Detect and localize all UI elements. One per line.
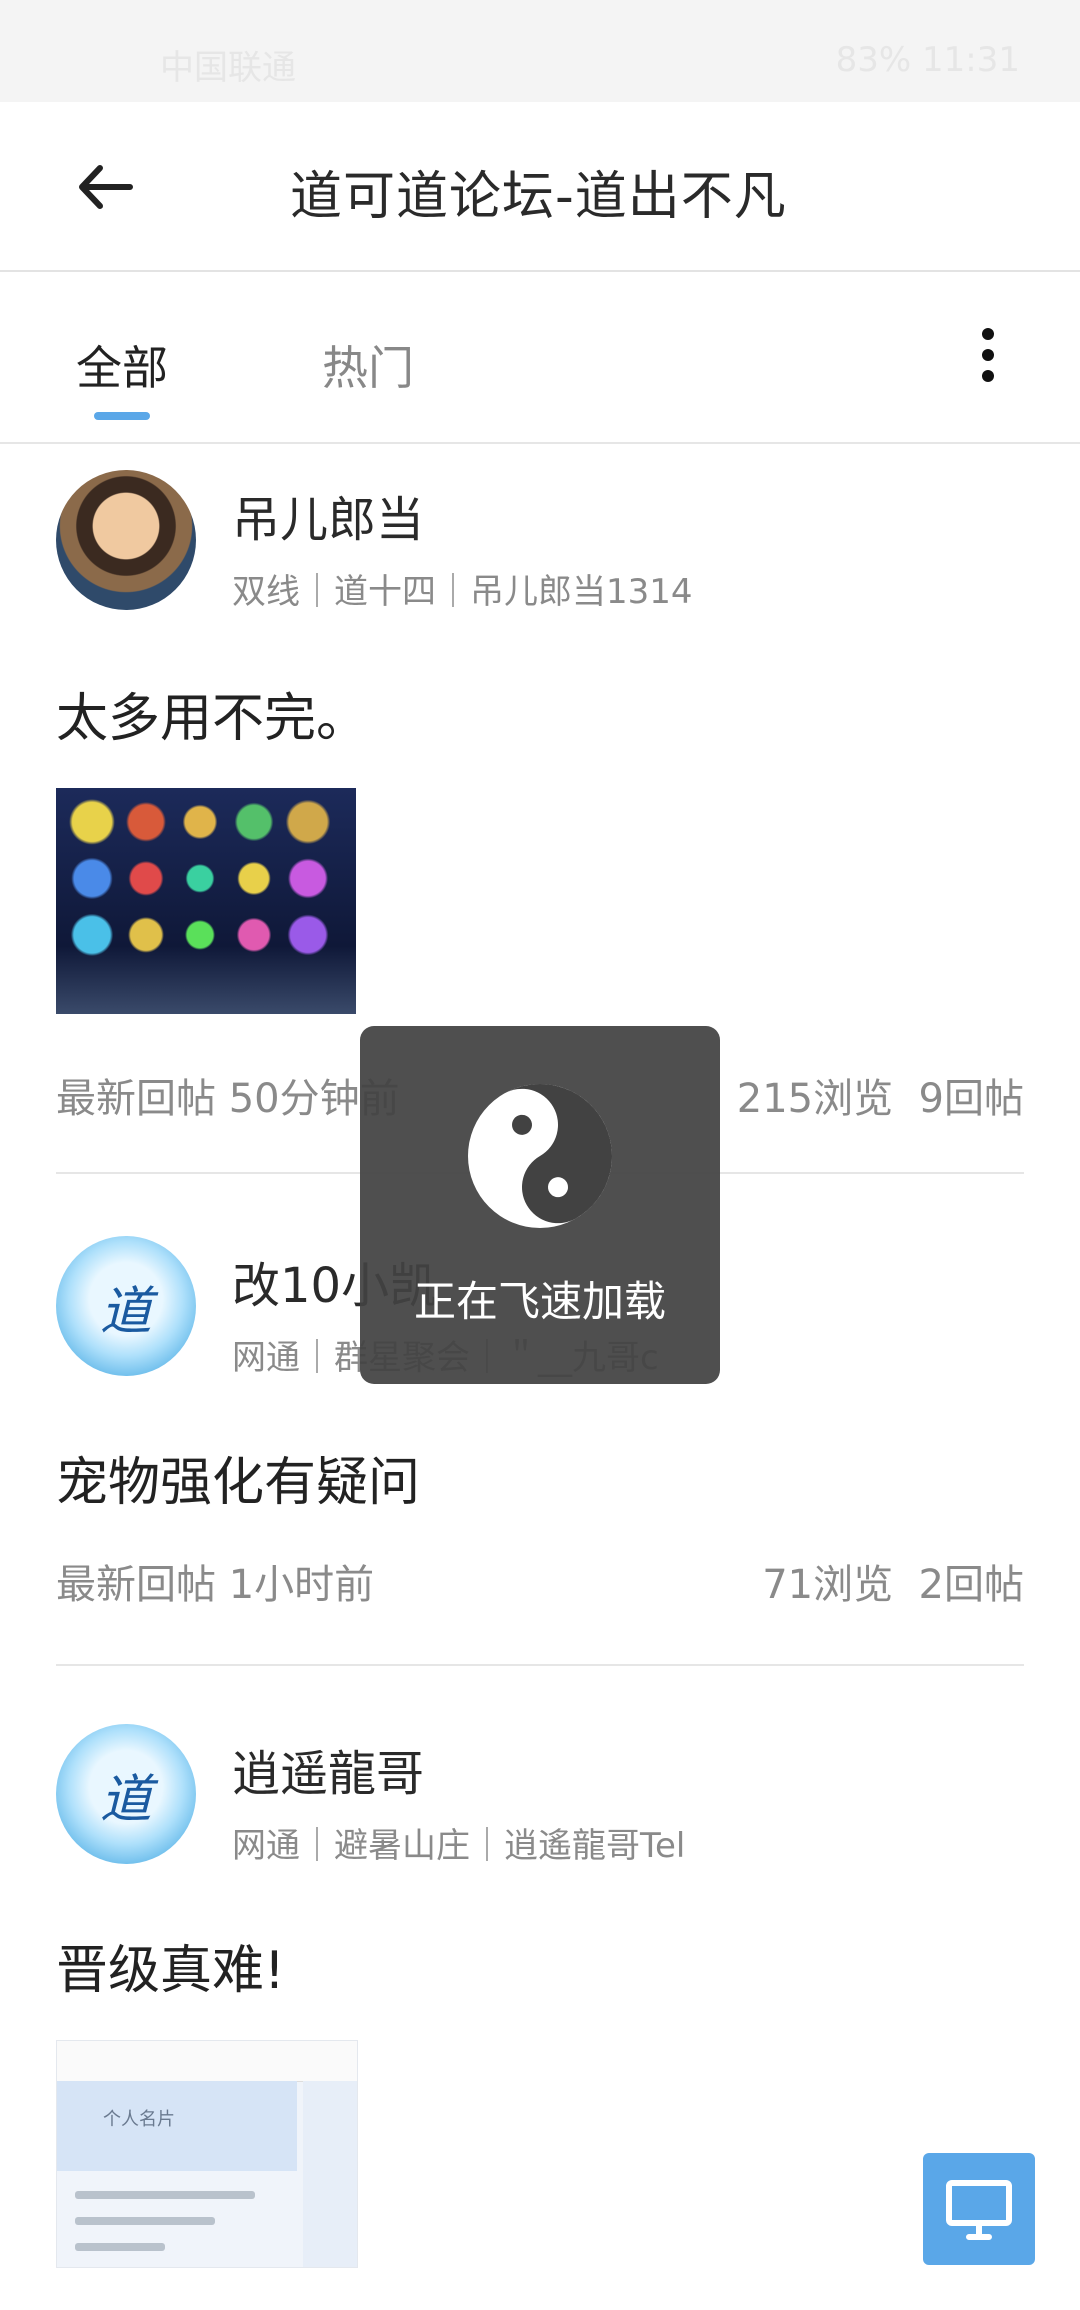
views-count: 71浏览 xyxy=(762,1562,894,1608)
loading-toast: 正在飞速加载 xyxy=(360,1026,720,1384)
post-title[interactable]: 晋级真难! xyxy=(56,1928,285,2003)
replies-count: 9回帖 xyxy=(918,1076,1024,1122)
post-thumbnail[interactable] xyxy=(56,788,356,1014)
avatar[interactable]: 道 xyxy=(56,1724,196,1864)
post-title[interactable]: 宠物强化有疑问 xyxy=(56,1440,420,1515)
thumb-card-label: 个人名片 xyxy=(103,2109,175,2130)
thumb-line xyxy=(75,2243,165,2251)
post-meta: 网通｜避暑山庄｜逍遙龍哥Tel xyxy=(232,1826,686,1866)
battery-label: 83% xyxy=(835,40,912,80)
page-title: 道可道论坛-道出不凡 xyxy=(290,167,787,227)
tab-all[interactable]: 全部 xyxy=(76,332,168,398)
back-button[interactable] xyxy=(70,152,140,222)
views-count: 215浏览 xyxy=(736,1076,894,1122)
post-meta: 双线｜道十四｜吊儿郎当1314 xyxy=(232,572,693,612)
replies-count: 2回帖 xyxy=(918,1562,1024,1608)
thumb-line xyxy=(75,2217,215,2225)
more-vertical-icon xyxy=(982,328,994,340)
post-thumbnail[interactable]: 个人名片 xyxy=(56,2040,358,2268)
status-right: 83% 11:31 xyxy=(836,40,1020,80)
monitor-icon xyxy=(946,2180,1012,2240)
tab-bar: 全部 热门 xyxy=(0,272,1080,444)
views-replies: 215浏览 9回帖 xyxy=(737,1066,1024,1124)
thumb-line xyxy=(75,2191,255,2199)
thumb-side xyxy=(303,2081,357,2267)
avatar[interactable] xyxy=(56,470,196,610)
post-title[interactable]: 太多用不完。 xyxy=(56,676,368,751)
views-replies: 71浏览 2回帖 xyxy=(762,1552,1024,1610)
post-username[interactable]: 逍遥龍哥 xyxy=(232,1734,424,1804)
active-tab-indicator xyxy=(94,412,150,420)
tab-hot[interactable]: 热门 xyxy=(322,332,414,398)
status-bar: 中国联通 83% 11:31 xyxy=(0,0,1080,102)
arrow-left-icon xyxy=(79,165,133,209)
forum-logo-icon: 道 xyxy=(99,1281,152,1342)
avatar[interactable]: 道 xyxy=(56,1236,196,1376)
forum-logo-icon: 道 xyxy=(99,1769,152,1830)
floating-monitor-button[interactable] xyxy=(923,2153,1035,2265)
latest-reply-label: 最新回帖 50分钟前 xyxy=(56,1076,400,1122)
post-username[interactable]: 吊儿郎当 xyxy=(232,480,424,550)
top-navigation-bar: 道可道论坛-道出不凡 xyxy=(0,102,1080,272)
latest-reply-label: 最新回帖 1小时前 xyxy=(56,1562,375,1608)
more-options-button[interactable] xyxy=(968,322,1008,392)
thumb-toolbar xyxy=(57,2041,357,2082)
thumb-card: 个人名片 xyxy=(57,2081,297,2171)
loading-text: 正在飞速加载 xyxy=(413,1277,666,1326)
yin-yang-icon xyxy=(468,1084,612,1228)
carrier-label: 中国联通 xyxy=(160,48,296,88)
divider xyxy=(56,1664,1024,1666)
clock-label: 11:31 xyxy=(922,40,1020,80)
